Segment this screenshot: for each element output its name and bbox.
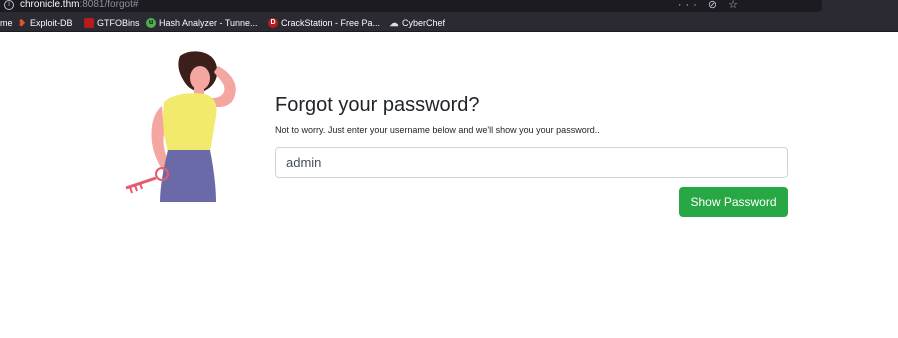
bookmark-home[interactable]: me bbox=[0, 17, 13, 29]
page-subtitle: Not to worry. Just enter your username b… bbox=[275, 125, 600, 135]
bookmark-gtfobins[interactable]: GTFOBins bbox=[84, 17, 140, 29]
show-password-button[interactable]: Show Password bbox=[679, 187, 788, 217]
bookmark-label: Hash Analyzer - Tunne... bbox=[159, 18, 258, 28]
page-actions-icon[interactable]: ··· ⊘ ☆ bbox=[678, 0, 742, 11]
username-input[interactable] bbox=[275, 147, 788, 178]
bookmark-hash-analyzer[interactable]: u Hash Analyzer - Tunne... bbox=[146, 17, 258, 29]
bookmark-label: me bbox=[0, 18, 13, 28]
browser-toolbar: i chronicle.thm:8081/forgot# ··· ⊘ ☆ bbox=[0, 0, 898, 14]
bookmark-label: CrackStation - Free Pa... bbox=[281, 18, 381, 28]
crackstation-icon: D bbox=[268, 18, 278, 28]
bookmarks-toolbar: me ❥ Exploit-DB GTFOBins u Hash Analyzer… bbox=[0, 14, 898, 32]
url-host: chronicle.thm bbox=[20, 0, 80, 10]
cyberchef-icon: ☁ bbox=[389, 18, 399, 28]
url-path: :8081/forgot# bbox=[79, 0, 139, 10]
bookmark-crackstation[interactable]: D CrackStation - Free Pa... bbox=[268, 17, 380, 29]
page-title: Forgot your password? bbox=[275, 94, 480, 116]
bookmark-label: CyberChef bbox=[402, 18, 446, 28]
bookmark-label: Exploit-DB bbox=[30, 18, 73, 28]
woman-with-key-illustration bbox=[125, 51, 236, 202]
bookmark-cyberchef[interactable]: ☁ CyberChef bbox=[389, 17, 446, 29]
url-text[interactable]: chronicle.thm:8081/forgot# bbox=[20, 0, 138, 11]
hash-analyzer-icon: u bbox=[146, 18, 156, 28]
address-bar[interactable]: i chronicle.thm:8081/forgot# ··· ⊘ ☆ bbox=[0, 0, 822, 12]
info-icon[interactable]: i bbox=[4, 0, 14, 10]
exploit-db-icon: ❥ bbox=[18, 18, 26, 28]
bookmark-label: GTFOBins bbox=[97, 18, 140, 28]
bookmark-exploit-db[interactable]: ❥ Exploit-DB bbox=[17, 17, 73, 29]
gtfobins-icon bbox=[84, 18, 94, 28]
